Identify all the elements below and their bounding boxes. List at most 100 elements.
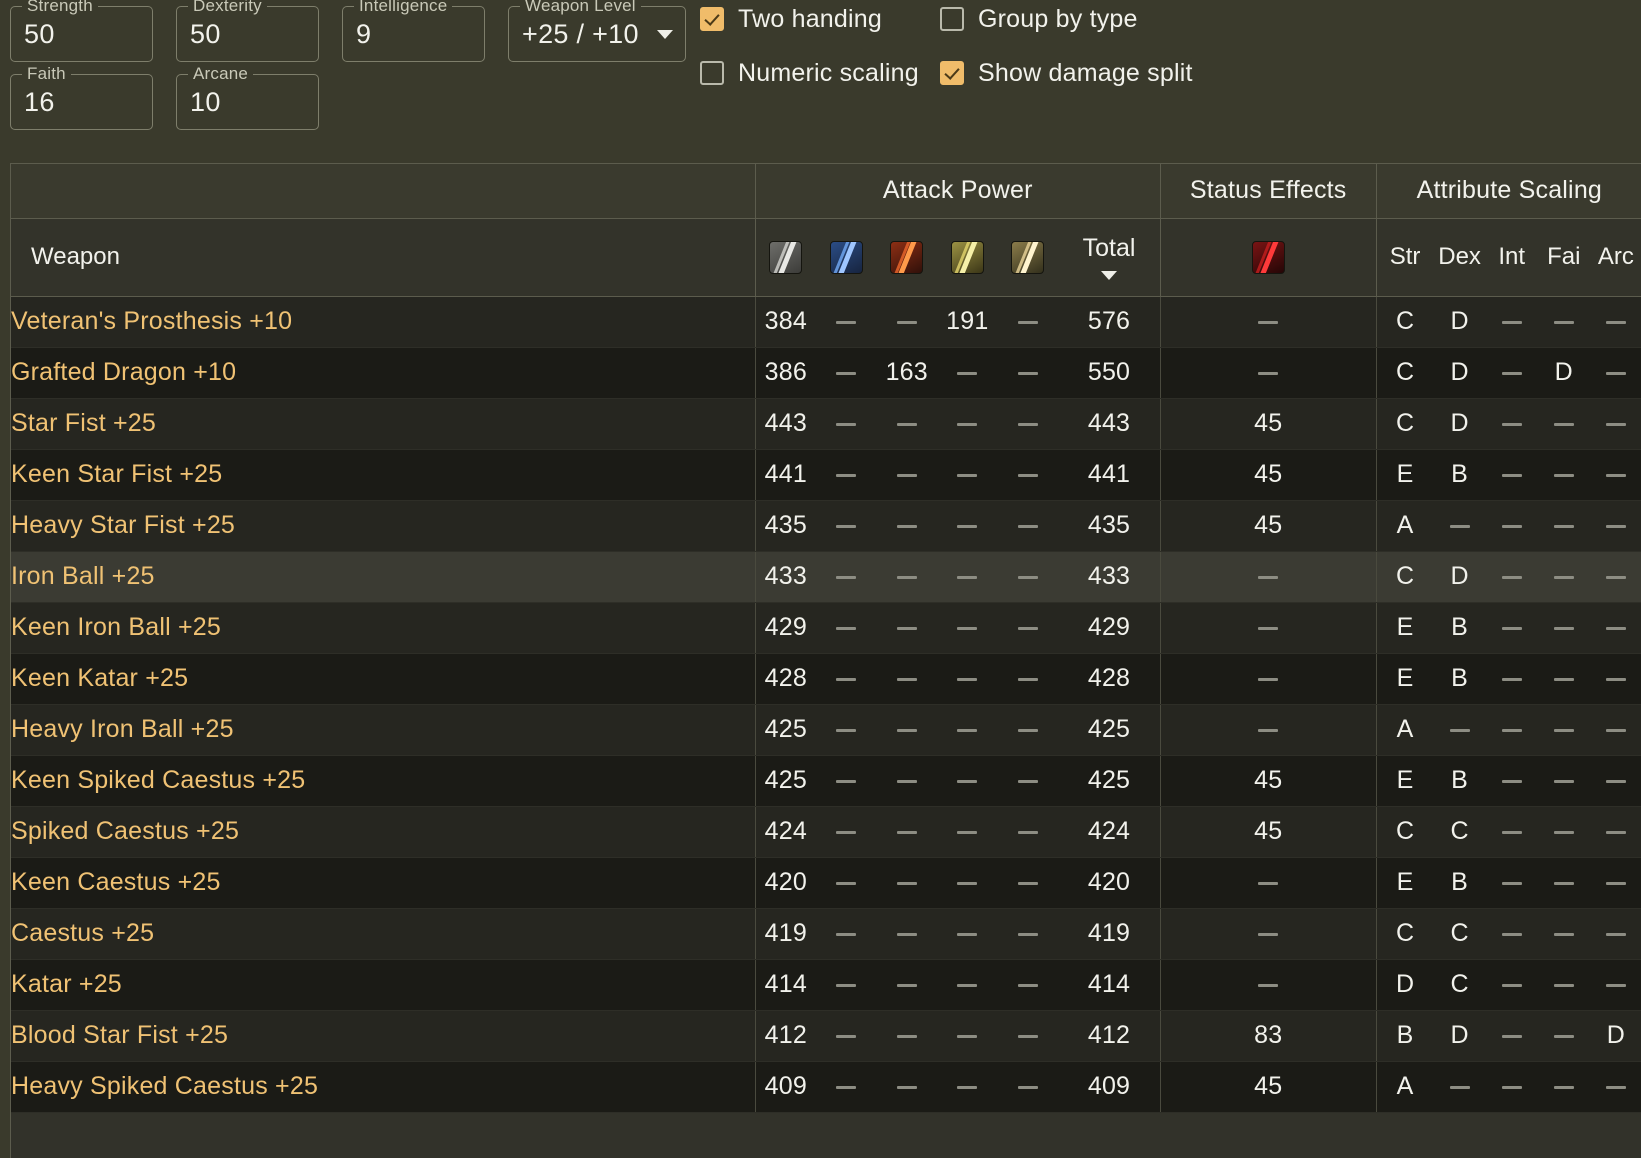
- checkbox-group-by-type[interactable]: Group by type: [940, 5, 1193, 33]
- mag-cell: [815, 959, 877, 1011]
- total-cell: 420: [1058, 857, 1161, 909]
- column-header-fai[interactable]: Fai: [1537, 218, 1590, 297]
- weapon-name-cell[interactable]: Blood Star Fist +25: [11, 1010, 756, 1062]
- dexterity-field[interactable]: Dexterity 50: [176, 0, 319, 62]
- strength-field[interactable]: Strength 50: [10, 0, 153, 62]
- lit-cell: [937, 449, 998, 501]
- weapon-name-cell[interactable]: Caestus +25: [11, 908, 756, 960]
- weapon-name-cell[interactable]: Heavy Iron Ball +25: [11, 704, 756, 756]
- dex-cell: B: [1433, 857, 1486, 909]
- weapon-name-cell[interactable]: Keen Star Fist +25: [11, 449, 756, 501]
- table-row[interactable]: Katar +25 414 414 D C: [11, 959, 1641, 1011]
- checkbox-two-handing[interactable]: Two handing: [700, 5, 940, 33]
- phy-cell: 429: [754, 602, 816, 654]
- status-cell: [1159, 908, 1377, 960]
- table-row[interactable]: Heavy Spiked Caestus +25 409 409 45 A: [11, 1061, 1641, 1113]
- table-row[interactable]: Iron Ball +25 433 433 C D: [11, 551, 1641, 603]
- table-row[interactable]: Keen Star Fist +25 441 441 45 E B: [11, 449, 1641, 501]
- column-header-lightning[interactable]: [937, 218, 998, 297]
- intelligence-field[interactable]: Intelligence 9: [342, 0, 485, 62]
- chevron-down-icon[interactable]: [656, 29, 673, 39]
- column-header-int[interactable]: Int: [1485, 218, 1538, 297]
- int-cell: [1485, 806, 1538, 858]
- faith-field[interactable]: Faith 16: [10, 64, 153, 130]
- table-row[interactable]: Keen Iron Ball +25 429 429 E B: [11, 602, 1641, 654]
- checkbox-two-handing-label: Two handing: [738, 5, 882, 33]
- table-row[interactable]: Blood Star Fist +25 412 412 83 B D D: [11, 1010, 1641, 1062]
- table-row[interactable]: Spiked Caestus +25 424 424 45 C C: [11, 806, 1641, 858]
- checkbox-two-handing-box[interactable]: [700, 7, 724, 31]
- table-row[interactable]: Heavy Star Fist +25 435 435 45 A: [11, 500, 1641, 552]
- column-header-magic[interactable]: [815, 218, 877, 297]
- table-header: Attack Power Status Effects Attribute Sc…: [11, 164, 1641, 297]
- weapon-name-cell[interactable]: Keen Iron Ball +25: [11, 602, 756, 654]
- empty-value-dash: [1605, 932, 1626, 936]
- column-header-fire[interactable]: [876, 218, 938, 297]
- empty-value-dash: [1553, 728, 1574, 732]
- arc-cell: [1589, 551, 1641, 603]
- weapon-name-cell[interactable]: Spiked Caestus +25: [11, 806, 756, 858]
- column-header-weapon[interactable]: Weapon: [11, 218, 756, 297]
- status-cell: [1159, 602, 1377, 654]
- weapon-name-cell[interactable]: Keen Spiked Caestus +25: [11, 755, 756, 807]
- table-row[interactable]: Keen Spiked Caestus +25 425 425 45 E B: [11, 755, 1641, 807]
- weapon-name-cell[interactable]: Grafted Dragon +10: [11, 347, 756, 399]
- empty-value-dash: [1605, 473, 1626, 477]
- weapon-name-cell[interactable]: Veteran's Prosthesis +10: [11, 296, 756, 348]
- total-cell: 443: [1058, 398, 1161, 450]
- strength-value: 50: [24, 19, 55, 49]
- column-header-total[interactable]: Total: [1058, 218, 1161, 297]
- lightning-damage-icon: [950, 240, 984, 274]
- column-header-blood-loss[interactable]: [1159, 218, 1377, 297]
- empty-value-dash: [1501, 779, 1522, 783]
- column-header-arc[interactable]: Arc: [1589, 218, 1641, 297]
- checkbox-show-damage-split-box[interactable]: [940, 61, 964, 85]
- column-header-str[interactable]: Str: [1375, 218, 1434, 297]
- mag-cell: [815, 908, 877, 960]
- empty-value-dash: [1501, 422, 1522, 426]
- empty-value-dash: [896, 626, 917, 630]
- lit-cell: [937, 347, 998, 399]
- empty-value-dash: [896, 728, 917, 732]
- column-header-physical[interactable]: [754, 218, 816, 297]
- checkbox-group-by-type-box[interactable]: [940, 7, 964, 31]
- table-row[interactable]: Grafted Dragon +10 386 163 550 C D D: [11, 347, 1641, 399]
- mag-cell: [815, 296, 877, 348]
- weapon-table-container[interactable]: Attack Power Status Effects Attribute Sc…: [10, 163, 1641, 1158]
- weapon-level-select[interactable]: Weapon Level +25 / +10: [508, 0, 686, 62]
- column-header-dex[interactable]: Dex: [1433, 218, 1486, 297]
- checkbox-group-by-type-label: Group by type: [978, 5, 1138, 33]
- checkbox-numeric-scaling-box[interactable]: [700, 61, 724, 85]
- empty-value-dash: [1258, 677, 1279, 681]
- weapon-name-cell[interactable]: Katar +25: [11, 959, 756, 1011]
- weapon-name-cell[interactable]: Iron Ball +25: [11, 551, 756, 603]
- weapon-name-cell[interactable]: Heavy Star Fist +25: [11, 500, 756, 552]
- empty-value-dash: [1501, 1085, 1522, 1089]
- checkbox-show-damage-split[interactable]: Show damage split: [940, 59, 1193, 87]
- table-row[interactable]: Keen Katar +25 428 428 E B: [11, 653, 1641, 705]
- empty-value-dash: [1605, 677, 1626, 681]
- checkbox-numeric-scaling[interactable]: Numeric scaling: [700, 59, 940, 87]
- weapon-name-cell[interactable]: Keen Katar +25: [11, 653, 756, 705]
- table-row[interactable]: Keen Caestus +25 420 420 E B: [11, 857, 1641, 909]
- weapon-name-cell[interactable]: Heavy Spiked Caestus +25: [11, 1061, 756, 1113]
- hol-cell: [997, 653, 1059, 705]
- weapon-name-cell[interactable]: Star Fist +25: [11, 398, 756, 450]
- empty-value-dash: [1553, 422, 1574, 426]
- weapon-name-cell[interactable]: Keen Caestus +25: [11, 857, 756, 909]
- empty-value-dash: [957, 473, 978, 477]
- table-row[interactable]: Star Fist +25 443 443 45 C D: [11, 398, 1641, 450]
- column-header-holy[interactable]: [997, 218, 1059, 297]
- empty-value-dash: [1501, 371, 1522, 375]
- table-row[interactable]: Veteran's Prosthesis +10 384 191 576 C D: [11, 296, 1641, 348]
- empty-value-dash: [1605, 881, 1626, 885]
- arcane-field[interactable]: Arcane 10: [176, 64, 319, 130]
- dex-cell: D: [1433, 296, 1486, 348]
- sort-descending-icon[interactable]: [1101, 271, 1117, 280]
- mag-cell: [815, 602, 877, 654]
- arc-cell: [1589, 806, 1641, 858]
- checkbox-numeric-scaling-label: Numeric scaling: [738, 59, 919, 87]
- str-cell: C: [1375, 296, 1434, 348]
- table-row[interactable]: Caestus +25 419 419 C C: [11, 908, 1641, 960]
- table-row[interactable]: Heavy Iron Ball +25 425 425 A: [11, 704, 1641, 756]
